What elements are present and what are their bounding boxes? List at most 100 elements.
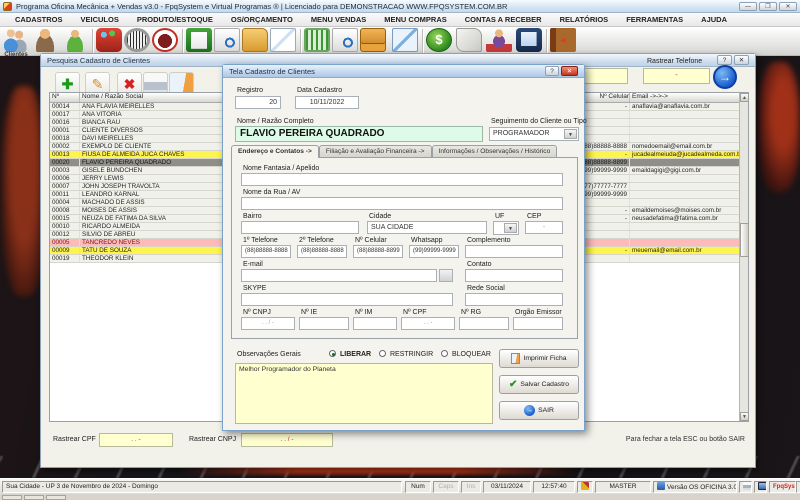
- tab-endereco[interactable]: Endereço e Contatos ->: [231, 145, 319, 158]
- search-sales-icon[interactable]: [332, 28, 358, 52]
- radio-bloquear[interactable]: [441, 350, 448, 357]
- complemento-input[interactable]: [465, 245, 563, 258]
- cep-input[interactable]: -: [525, 221, 563, 234]
- rastrear-telefone-input[interactable]: -: [643, 68, 710, 84]
- nome-fantasia-input[interactable]: [241, 173, 563, 186]
- scroll-down-arrow[interactable]: ▼: [740, 412, 749, 421]
- dialog-title: Tela Cadastro de Clientes: [229, 66, 315, 76]
- status-time: 12:57:40: [533, 481, 575, 493]
- work-order-icon[interactable]: [186, 28, 212, 52]
- skype-input[interactable]: [241, 293, 453, 306]
- rua-label: Nome da Rua / AV: [243, 189, 301, 196]
- purchase-mail-icon[interactable]: [392, 28, 418, 52]
- cpf-input[interactable]: . . -: [401, 317, 455, 330]
- rede-social-input[interactable]: [465, 293, 563, 306]
- radio-bloquear-label: BLOQUEAR: [452, 351, 491, 358]
- ie-input[interactable]: [299, 317, 349, 330]
- receipts-icon[interactable]: [456, 28, 482, 52]
- nome-input[interactable]: FLAVIO PEREIRA QUADRADO: [235, 126, 483, 142]
- minimize-button[interactable]: —: [739, 1, 757, 11]
- sales-icon[interactable]: [304, 28, 330, 52]
- col-header-num[interactable]: Nº: [50, 93, 80, 102]
- uf-label: UF: [495, 213, 505, 220]
- tel1-input[interactable]: (88)88888-8888: [241, 245, 291, 258]
- close-hint: Para fechar a tela ESC ou botão SAIR: [625, 436, 745, 443]
- data-cadastro-input[interactable]: 10/11/2022: [295, 96, 359, 109]
- supplier-icon[interactable]: [32, 28, 58, 52]
- status-ins: Ins: [461, 481, 481, 493]
- scroll-thumb[interactable]: [740, 223, 749, 257]
- status-caps: Caps: [433, 481, 459, 493]
- products-icon[interactable]: [96, 28, 122, 52]
- email-lookup-button[interactable]: [439, 269, 453, 282]
- cidade-input[interactable]: SUA CIDADE: [367, 221, 487, 234]
- email-input[interactable]: [241, 269, 437, 282]
- cpf-label: Nº CPF: [403, 309, 427, 316]
- uf-select[interactable]: [493, 221, 519, 235]
- menu-item-menu-compras[interactable]: MENU COMPRAS: [375, 15, 456, 24]
- sair-button[interactable]: → SAIR: [499, 401, 579, 420]
- table-scrollbar[interactable]: ▲ ▼: [739, 93, 749, 421]
- background-photo-detail: [758, 62, 800, 192]
- search-go-button[interactable]: →: [713, 65, 737, 89]
- employee-icon[interactable]: [62, 28, 88, 52]
- imprimir-ficha-button[interactable]: Imprimir Ficha: [499, 349, 579, 368]
- rastrear-cpf-input[interactable]: . . -: [99, 433, 173, 447]
- search-close-button[interactable]: ✕: [734, 55, 749, 65]
- col-header-email[interactable]: Email ->->->: [630, 93, 741, 102]
- rede-social-label: Rede Social: [467, 285, 505, 292]
- purchases-icon[interactable]: [360, 28, 386, 52]
- celular-input[interactable]: (88)88888-8899: [353, 245, 403, 258]
- os-archive-icon[interactable]: [242, 28, 268, 52]
- email-label: E-mail: [243, 261, 263, 268]
- menu-item-cadastros[interactable]: CADASTROS: [6, 15, 72, 24]
- tel1-label: 1º Telefone: [243, 237, 278, 244]
- vehicles-icon[interactable]: [152, 28, 178, 52]
- search-os-icon[interactable]: [214, 28, 240, 52]
- menu-item-relat-rios[interactable]: RELATÓRIOS: [551, 15, 618, 24]
- os-mail-icon[interactable]: [270, 28, 296, 52]
- menu-item-contas-a-receber[interactable]: CONTAS A RECEBER: [456, 15, 551, 24]
- rg-input[interactable]: [459, 317, 509, 330]
- bairro-input[interactable]: [241, 221, 359, 234]
- rastrear-cnpj-input[interactable]: . . / -: [241, 433, 333, 447]
- radio-restringir[interactable]: [379, 350, 386, 357]
- seguimento-select[interactable]: PROGRAMADOR: [489, 127, 579, 141]
- menu-item-os-or-amento[interactable]: OS/ORÇAMENTO: [222, 15, 302, 24]
- rua-input[interactable]: [241, 197, 563, 210]
- agenda-icon[interactable]: [516, 28, 542, 52]
- status-key-segment: [577, 481, 593, 493]
- barcode-icon[interactable]: [124, 28, 150, 52]
- orgao-emissor-label: Orgão Emissor: [515, 309, 562, 316]
- menu-item-produto-estoque[interactable]: PRODUTO/ESTOQUE: [128, 15, 222, 24]
- radio-liberar[interactable]: [329, 350, 336, 357]
- exit-icon[interactable]: [550, 28, 576, 52]
- cnpj-input[interactable]: . . / -: [241, 317, 295, 330]
- registro-label: Registro: [237, 87, 264, 94]
- registro-input[interactable]: 20: [235, 96, 281, 109]
- whatsapp-input[interactable]: (99)99999-9999: [409, 245, 459, 258]
- attendance-icon[interactable]: [486, 28, 512, 52]
- im-input[interactable]: [353, 317, 397, 330]
- status-date: 03/11/2024: [483, 481, 531, 493]
- close-button[interactable]: ✕: [779, 1, 797, 11]
- app-icon: [3, 1, 12, 11]
- menu-item-menu-vendas[interactable]: MENU VENDAS: [302, 15, 375, 24]
- cep-label: CEP: [527, 213, 542, 220]
- tel2-input[interactable]: (88)88888-8888: [297, 245, 347, 258]
- dialog-help-button[interactable]: ?: [545, 66, 559, 76]
- dialog-close-button[interactable]: ✕: [561, 66, 578, 76]
- scroll-up-arrow[interactable]: ▲: [740, 93, 749, 102]
- clients-icon[interactable]: [2, 28, 28, 52]
- search-help-button[interactable]: ?: [717, 55, 732, 65]
- menu-item-ajuda[interactable]: AJUDA: [692, 15, 736, 24]
- menu-item-ferramentas[interactable]: FERRAMENTAS: [617, 15, 692, 24]
- skype-label: SKYPE: [243, 285, 267, 292]
- salvar-cadastro-button[interactable]: ✔ Salvar Cadastro: [499, 375, 579, 394]
- contato-input[interactable]: [465, 269, 563, 282]
- observacoes-textarea[interactable]: Melhor Programador do Planeta: [235, 363, 493, 424]
- menu-item-veiculos[interactable]: VEICULOS: [72, 15, 128, 24]
- restore-button[interactable]: ❐: [759, 1, 777, 11]
- finance-icon[interactable]: [426, 28, 452, 52]
- orgao-emissor-input[interactable]: [513, 317, 563, 330]
